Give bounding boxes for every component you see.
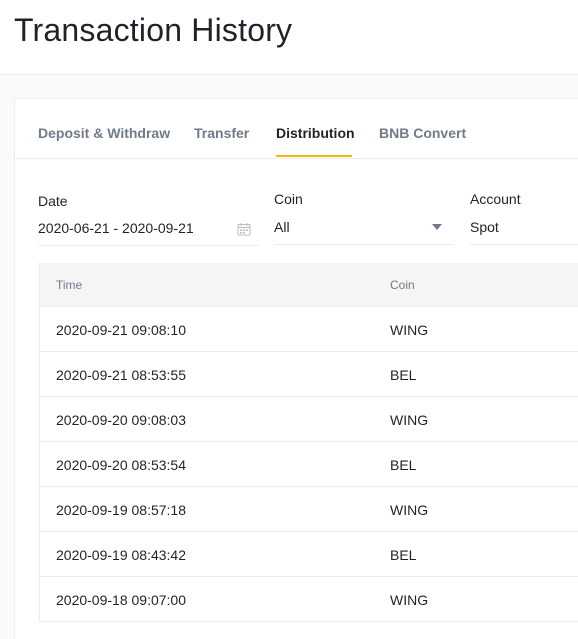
tab-distribution[interactable]: Distribution (276, 125, 355, 141)
row-time: 2020-09-20 08:53:54 (56, 457, 186, 473)
table-row: 2020-09-20 08:53:54 BEL (40, 442, 578, 487)
date-range-value: 2020-06-21 - 2020-09-21 (38, 220, 194, 236)
account-select[interactable]: Spot (470, 212, 578, 245)
row-coin: WING (390, 502, 429, 518)
table-row: 2020-09-19 08:43:42 BEL (40, 532, 578, 577)
table-row: 2020-09-21 08:53:55 BEL (40, 352, 578, 397)
tab-bnb-convert[interactable]: BNB Convert (379, 125, 466, 141)
calendar-icon (237, 223, 251, 236)
active-tab-indicator (276, 155, 352, 157)
caret-down-icon (432, 224, 442, 230)
tab-deposit-withdraw[interactable]: Deposit & Withdraw (38, 125, 170, 141)
date-range-picker[interactable]: 2020-06-21 - 2020-09-21 (38, 213, 259, 246)
column-header-time: Time (56, 278, 83, 292)
row-coin: BEL (390, 457, 417, 473)
table-row: 2020-09-19 08:57:18 WING (40, 487, 578, 532)
page-header: Transaction History (0, 0, 578, 75)
column-header-coin: Coin (390, 278, 415, 292)
row-coin: WING (390, 592, 429, 608)
row-coin: BEL (390, 547, 417, 563)
tab-transfer[interactable]: Transfer (194, 125, 249, 141)
account-filter-label: Account (470, 191, 521, 207)
page-title: Transaction History (14, 12, 293, 48)
row-time: 2020-09-21 08:53:55 (56, 367, 186, 383)
coin-filter-label: Coin (274, 191, 303, 207)
row-coin: WING (390, 412, 429, 428)
row-coin: WING (390, 322, 429, 338)
coin-select-value: All (274, 219, 290, 235)
distribution-table: Time Coin 2020-09-21 09:08:10 WING 2020-… (39, 263, 578, 622)
account-select-value: Spot (470, 219, 499, 235)
row-time: 2020-09-19 08:43:42 (56, 547, 186, 563)
table-row: 2020-09-20 09:08:03 WING (40, 397, 578, 442)
history-card: Deposit & Withdraw Transfer Distribution… (14, 98, 578, 639)
row-time: 2020-09-19 08:57:18 (56, 502, 186, 518)
table-row: 2020-09-18 09:07:00 WING (40, 577, 578, 622)
table-header: Time Coin (40, 263, 578, 307)
coin-select[interactable]: All (274, 212, 454, 245)
row-time: 2020-09-21 09:08:10 (56, 322, 186, 338)
row-time: 2020-09-18 09:07:00 (56, 592, 186, 608)
date-filter-label: Date (38, 193, 68, 209)
tab-bar: Deposit & Withdraw Transfer Distribution… (15, 99, 578, 159)
row-time: 2020-09-20 09:08:03 (56, 412, 186, 428)
table-row: 2020-09-21 09:08:10 WING (40, 307, 578, 352)
row-coin: BEL (390, 367, 417, 383)
